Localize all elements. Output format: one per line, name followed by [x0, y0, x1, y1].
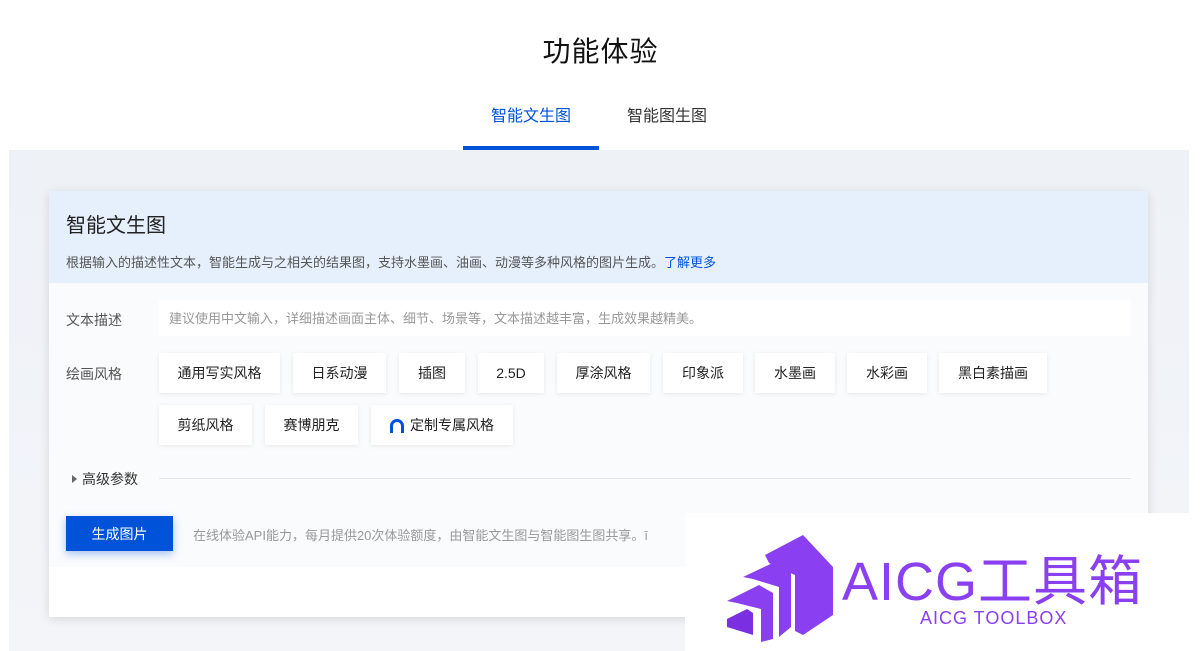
style-label: 绘画风格 [66, 366, 122, 382]
watermark-title: AICG工具箱 [842, 552, 1144, 612]
style-option[interactable]: 日系动漫 [293, 353, 386, 393]
style-option[interactable]: 剪纸风格 [159, 405, 252, 445]
advanced-params-toggle[interactable]: 高级参数 [72, 469, 138, 489]
style-option[interactable]: 水墨画 [755, 353, 835, 393]
card-description: 根据输入的描述性文本，智能生成与之相关的结果图，支持水墨画、油画、动漫等多种风格… [66, 252, 1131, 271]
style-option[interactable]: 2.5D [478, 353, 544, 393]
style-option[interactable]: 水彩画 [847, 353, 927, 393]
watermark-overlay: AICG工具箱 AICG TOOLBOX [685, 513, 1201, 651]
custom-style-label: 定制专属风格 [410, 417, 494, 433]
tab-image-to-image[interactable]: 智能图生图 [599, 96, 735, 150]
divider [159, 478, 1131, 479]
watermark-subtitle: AICG TOOLBOX [920, 608, 1068, 628]
style-option[interactable]: 黑白素描画 [939, 353, 1047, 393]
caret-right-icon [72, 475, 77, 483]
tab-bar: 智能文生图 智能图生图 [463, 96, 735, 150]
tab-text-to-image[interactable]: 智能文生图 [463, 96, 599, 150]
aicg-logo-icon [727, 535, 833, 642]
page-title: 功能体验 [542, 36, 659, 67]
text-description-label: 文本描述 [66, 312, 122, 328]
description-text: 根据输入的描述性文本，智能生成与之相关的结果图，支持水墨画、油画、动漫等多种风格… [66, 255, 665, 270]
card-header: 智能文生图 根据输入的描述性文本，智能生成与之相关的结果图，支持水墨画、油画、动… [49, 191, 1148, 283]
text-description-input[interactable] [159, 300, 1131, 336]
advanced-params-label: 高级参数 [82, 471, 138, 487]
card-title: 智能文生图 [66, 215, 166, 237]
generate-image-button[interactable]: 生成图片 [66, 516, 173, 551]
style-option[interactable]: 厚涂风格 [557, 353, 650, 393]
learn-more-link[interactable]: 了解更多 [664, 255, 716, 270]
style-option[interactable]: 插图 [399, 353, 465, 393]
style-option[interactable]: 赛博朋克 [265, 405, 358, 445]
style-option[interactable]: 印象派 [663, 353, 743, 393]
custom-style-button[interactable]: 定制专属风格 [371, 405, 513, 445]
style-option[interactable]: 通用写实风格 [159, 353, 280, 393]
usage-note: 在线体验API能力，每月提供20次体验额度，由智能文生图与智能图生图共享。ī [193, 528, 649, 543]
headset-icon [390, 419, 404, 433]
